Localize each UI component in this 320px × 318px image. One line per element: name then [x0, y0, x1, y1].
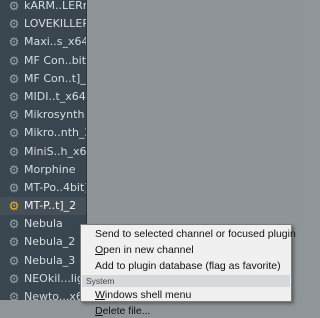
gear-icon: ⚙	[8, 71, 20, 86]
plugin-item-label: Mikrosynth	[24, 108, 85, 122]
menu-item-windows-shell-menu[interactable]: Windows shell menu	[95, 289, 287, 302]
plugin-item[interactable]: ⚙ Nebula	[0, 215, 86, 233]
plugin-item-label: MIDI..t_x64	[24, 89, 86, 103]
gear-icon: ⚙	[8, 108, 20, 123]
plugin-item[interactable]: ⚙ Mikro..nth_2	[0, 124, 86, 142]
plugin-item[interactable]: ⚙ Morphine	[0, 161, 86, 179]
plugin-item-label: Morphine	[24, 162, 76, 176]
gear-icon: ⚙	[8, 199, 20, 214]
plugin-item[interactable]: ⚙ MiniS..h_x64	[0, 143, 86, 161]
menu-item-label: elete file...	[102, 305, 151, 317]
gear-icon: ⚙	[8, 89, 20, 104]
plugin-item-label: Mikro..nth_2	[24, 126, 86, 140]
menu-item-label: Send to selected channel or focused plug…	[95, 228, 296, 240]
plugin-item-label: Maxi..s_x64	[24, 35, 86, 49]
plugin-item[interactable]: ⚙ MF Con..bit]	[0, 52, 86, 70]
plugin-item[interactable]: ⚙ Maxi..s_x64	[0, 33, 86, 51]
plugin-item-label: MiniS..h_x64	[24, 144, 86, 158]
gear-icon: ⚙	[8, 290, 20, 304]
gear-icon: ⚙	[8, 17, 20, 32]
gear-icon: ⚙	[8, 162, 20, 177]
gear-icon: ⚙	[8, 0, 20, 13]
menu-item-open-in-new-channel[interactable]: Open in new channel	[95, 244, 287, 257]
plugin-item-label: MF Con..bit]	[24, 53, 86, 67]
menu-item-delete-file[interactable]: Delete file...	[95, 305, 287, 318]
plugin-item[interactable]: ⚙ Mikrosynth	[0, 106, 86, 124]
plugin-item-label: MT-P..t]_2	[24, 199, 77, 213]
menu-item-accelerator: D	[95, 305, 103, 317]
plugin-item-label: Nebula_3	[24, 253, 76, 267]
plugin-item-label: kARM..LERr1	[24, 0, 86, 12]
menu-item-add-to-plugin-database[interactable]: Add to plugin database (flag as favorite…	[95, 260, 287, 273]
plugin-list: ⚙ kARM..LERr1 ⚙ LOVEKILLER ⚙ Maxi..s_x64…	[0, 0, 86, 306]
plugin-item-label: MT-Po..4bit]	[24, 180, 86, 194]
gear-icon: ⚙	[8, 253, 20, 268]
context-menu: Send to selected channel or focused plug…	[80, 224, 296, 317]
plugin-item[interactable]: ⚙ NEOkil...ligh	[0, 270, 86, 288]
gear-icon: ⚙	[8, 217, 20, 232]
plugin-item-label: MF Con..t]_2	[24, 71, 86, 85]
plugin-item[interactable]: ⚙ MF Con..t]_2	[0, 70, 86, 88]
plugin-item[interactable]: ⚙ kARM..LERr1	[0, 0, 86, 15]
gear-icon: ⚙	[8, 235, 20, 250]
gear-icon: ⚙	[8, 271, 20, 286]
plugin-item[interactable]: ⚙ LOVEKILLER	[0, 15, 86, 33]
gear-icon: ⚙	[8, 180, 20, 195]
plugin-item[interactable]: ⚙ Newto...x64	[0, 288, 86, 306]
gear-icon: ⚙	[8, 144, 20, 159]
gear-icon: ⚙	[8, 35, 20, 50]
plugin-item-label: LOVEKILLER	[24, 17, 86, 31]
menu-item-accelerator: W	[95, 289, 105, 301]
menu-section-header: System	[82, 275, 290, 287]
plugin-item[interactable]: ⚙ MT-Po..4bit]	[0, 179, 86, 197]
gear-icon: ⚙	[8, 126, 20, 141]
plugin-browser-panel: ⚙ kARM..LERr1 ⚙ LOVEKILLER ⚙ Maxi..s_x64…	[0, 0, 87, 304]
plugin-item-selected[interactable]: ⚙ MT-P..t]_2	[0, 197, 86, 216]
menu-item-label: Add to plugin database (flag as favorite…	[95, 260, 281, 272]
menu-item-accelerator: O	[95, 244, 104, 256]
plugin-item[interactable]: ⚙ Nebula_3	[0, 252, 86, 270]
menu-item-label: indows shell menu	[104, 289, 192, 301]
menu-item-send-to-channel[interactable]: Send to selected channel or focused plug…	[95, 228, 296, 241]
plugin-item[interactable]: ⚙ MIDI..t_x64	[0, 88, 86, 106]
plugin-item-label: NEOkil...ligh	[24, 271, 86, 285]
gear-icon: ⚙	[8, 53, 20, 68]
plugin-item-label: Nebula_2	[24, 235, 76, 249]
plugin-item-label: Newto...x64	[24, 290, 86, 303]
plugin-item[interactable]: ⚙ Nebula_2	[0, 233, 86, 251]
menu-item-label: pen in new channel	[103, 244, 194, 256]
plugin-item-label: Nebula	[24, 217, 63, 231]
